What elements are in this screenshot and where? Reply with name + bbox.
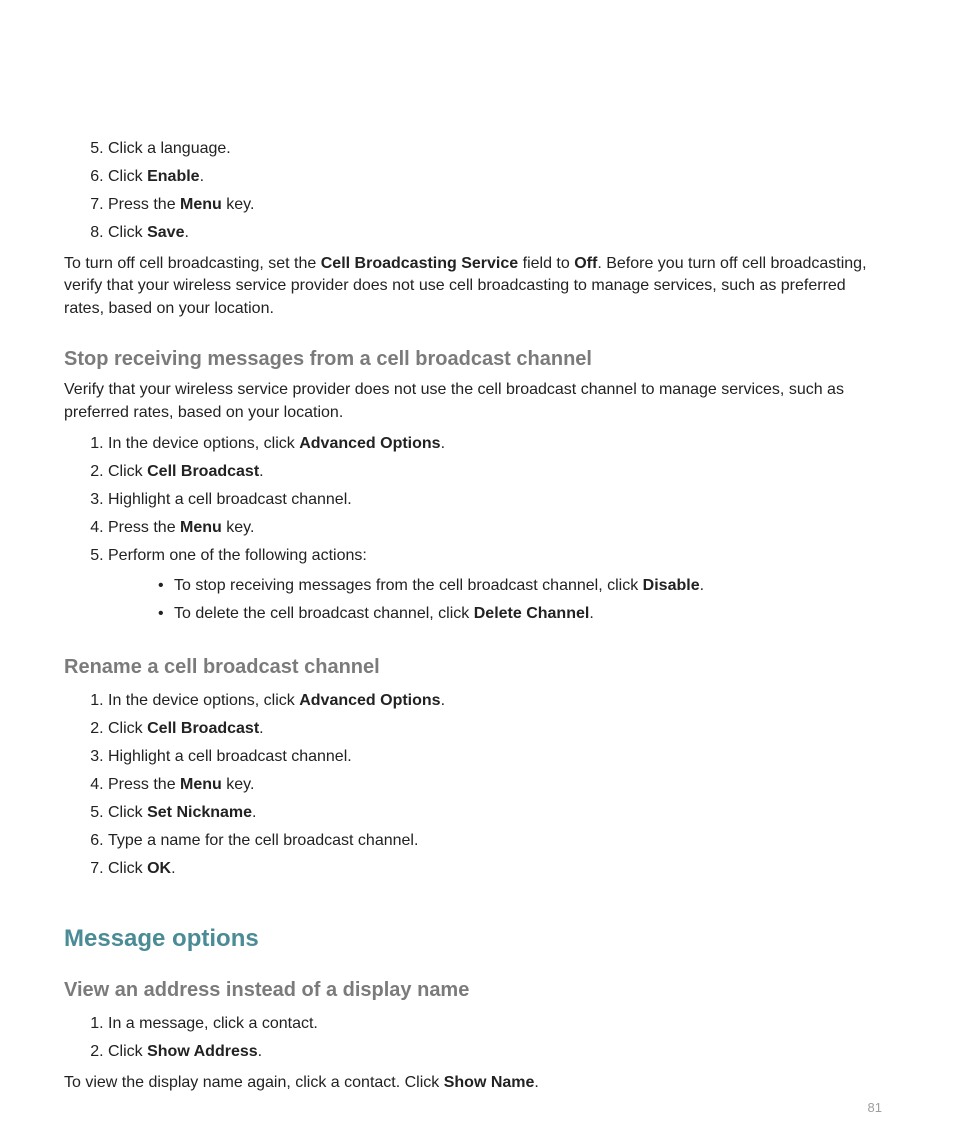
list-item: In the device options, click Advanced Op…: [108, 430, 890, 458]
rename-heading: Rename a cell broadcast channel: [64, 656, 890, 679]
stop-sublist: To stop receiving messages from the cell…: [134, 572, 890, 628]
list-item: Click Enable.: [108, 163, 890, 191]
list-item: Click Set Nickname.: [108, 799, 890, 827]
list-item: Highlight a cell broadcast channel.: [108, 743, 890, 771]
intro-paragraph: To turn off cell broadcasting, set the C…: [64, 253, 890, 320]
stop-paragraph: Verify that your wireless service provid…: [64, 379, 890, 424]
stop-list: In the device options, click Advanced Op…: [64, 430, 890, 570]
list-item: To stop receiving messages from the cell…: [174, 572, 890, 600]
list-item: Click OK.: [108, 855, 890, 883]
list-item: Click Cell Broadcast.: [108, 458, 890, 486]
document-page: Click a language.Click Enable.Press the …: [0, 0, 954, 1145]
intro-list: Click a language.Click Enable.Press the …: [64, 135, 890, 247]
rename-list: In the device options, click Advanced Op…: [64, 687, 890, 883]
page-number: 81: [868, 1100, 882, 1115]
list-item: Type a name for the cell broadcast chann…: [108, 827, 890, 855]
list-item: Highlight a cell broadcast channel.: [108, 486, 890, 514]
list-item: Press the Menu key.: [108, 771, 890, 799]
view-address-list: In a message, click a contact.Click Show…: [64, 1010, 890, 1066]
list-item: Click Cell Broadcast.: [108, 715, 890, 743]
view-address-heading: View an address instead of a display nam…: [64, 979, 890, 1002]
stop-heading: Stop receiving messages from a cell broa…: [64, 348, 890, 371]
list-item: Click Save.: [108, 219, 890, 247]
list-item: Press the Menu key.: [108, 191, 890, 219]
list-item: To delete the cell broadcast channel, cl…: [174, 600, 890, 628]
list-item: Press the Menu key.: [108, 514, 890, 542]
view-address-paragraph: To view the display name again, click a …: [64, 1072, 890, 1094]
list-item: Click a language.: [108, 135, 890, 163]
list-item: In the device options, click Advanced Op…: [108, 687, 890, 715]
list-item: Perform one of the following actions:: [108, 542, 890, 570]
list-item: Click Show Address.: [108, 1038, 890, 1066]
message-options-heading: Message options: [64, 925, 890, 953]
list-item: In a message, click a contact.: [108, 1010, 890, 1038]
